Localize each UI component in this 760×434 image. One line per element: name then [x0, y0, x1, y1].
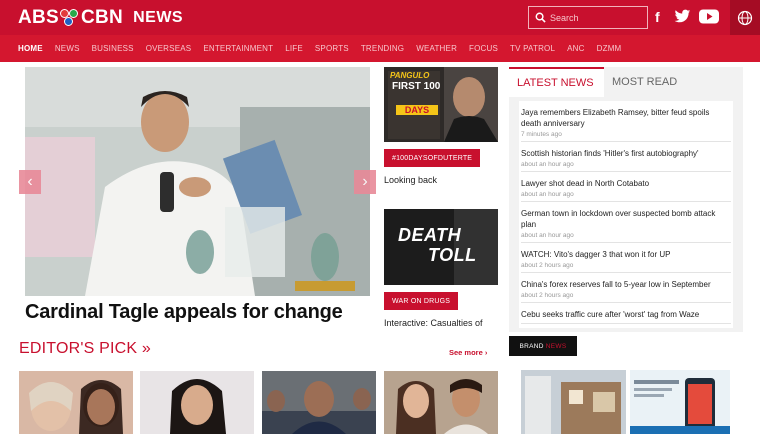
editors-pick-card[interactable]: [384, 371, 498, 434]
twitter-icon[interactable]: [674, 9, 691, 24]
nav-business[interactable]: BUSINESS: [92, 44, 134, 53]
nav-news[interactable]: NEWS: [55, 44, 80, 53]
tab-most-read[interactable]: MOST READ: [604, 67, 685, 97]
news-timestamp: 7 minutes ago: [521, 131, 562, 138]
list-item[interactable]: China's forex reserves fall to 5-year lo…: [521, 273, 731, 303]
nav-trending[interactable]: TRENDING: [361, 44, 404, 53]
story-thumbnail-first-100-days[interactable]: PANGULO FIRST 100 DAYS: [384, 67, 498, 142]
carousel-prev-button[interactable]: ‹: [19, 170, 41, 194]
logo-text-abs: ABS: [18, 7, 60, 28]
editors-pick-card[interactable]: [19, 371, 133, 434]
list-item[interactable]: WATCH: Vito's dagger 3 that won it for U…: [521, 243, 731, 273]
news-headline[interactable]: Scottish historian finds 'Hitler's first…: [521, 148, 731, 159]
nav-overseas[interactable]: OVERSEAS: [146, 44, 192, 53]
brand-label-accent: NEWS: [545, 342, 567, 350]
news-timestamp: about an hour ago: [521, 232, 574, 239]
editors-pick-card[interactable]: [140, 371, 254, 434]
search-icon: [535, 12, 546, 23]
story-headline-casualties[interactable]: Interactive: Casualties of: [384, 318, 483, 328]
nav-sports[interactable]: SPORTS: [315, 44, 349, 53]
logo-text-cbn: CBN: [81, 7, 124, 28]
hero-headline[interactable]: Cardinal Tagle appeals for change: [25, 301, 375, 327]
hero-image[interactable]: [25, 67, 370, 296]
news-tabs: LATEST NEWS MOST READ: [509, 67, 743, 97]
news-timestamp: about an hour ago: [521, 191, 574, 198]
youtube-icon[interactable]: [699, 9, 719, 24]
tab-latest-news[interactable]: LATEST NEWS: [509, 67, 604, 97]
news-headline[interactable]: Jaya remembers Elizabeth Ramsey, bitter …: [521, 107, 731, 129]
news-headline[interactable]: China's forex reserves fall to 5-year lo…: [521, 279, 731, 290]
main-nav: HOME NEWS BUSINESS OVERSEAS ENTERTAINMEN…: [0, 35, 760, 62]
nav-weather[interactable]: WEATHER: [416, 44, 457, 53]
list-item[interactable]: Scottish historian finds 'Hitler's first…: [521, 142, 731, 172]
news-headline[interactable]: WATCH: Vito's dagger 3 that won it for U…: [521, 249, 731, 260]
logo-mark-icon: [60, 9, 80, 27]
story-thumbnail-death-toll[interactable]: DEATH TOLL: [384, 209, 498, 285]
see-more-link[interactable]: See more ›: [449, 348, 487, 357]
search-input[interactable]: [550, 12, 640, 23]
latest-news-panel: LATEST NEWS MOST READ Jaya remembers Eli…: [509, 67, 743, 332]
tag-war-on-drugs[interactable]: WAR ON DRUGS: [384, 292, 459, 310]
image-text-toll: TOLL: [428, 245, 477, 265]
nav-anc[interactable]: ANC: [567, 44, 585, 53]
nav-dzmm[interactable]: DZMM: [597, 44, 622, 53]
news-headline[interactable]: Cebu seeks traffic cure after 'worst' ta…: [521, 309, 731, 320]
brand-label: BRAND: [519, 342, 544, 350]
ad-image-phone[interactable]: [630, 370, 730, 434]
nav-entertainment[interactable]: ENTERTAINMENT: [203, 44, 273, 53]
tag-100daysofduterte[interactable]: #100DAYSOFDUTERTE: [384, 149, 481, 167]
brand-news-label[interactable]: BRAND NEWS: [509, 336, 577, 356]
news-headline[interactable]: German town in lockdown over suspected b…: [521, 208, 731, 230]
image-text-pangulo: PANGULO: [390, 71, 430, 80]
ad-image-condo[interactable]: [521, 370, 626, 434]
image-text-days: DAYS: [396, 105, 438, 115]
logo-text-news: NEWS: [133, 9, 184, 26]
news-timestamp: about 2 hours ago: [521, 292, 574, 299]
latest-news-list: Jaya remembers Elizabeth Ramsey, bitter …: [519, 101, 733, 328]
image-text-death: DEATH: [398, 225, 462, 245]
site-logo[interactable]: ABS CBN NEWS: [18, 7, 183, 29]
news-timestamp: about an hour ago: [521, 161, 574, 168]
nav-life[interactable]: LIFE: [285, 44, 303, 53]
news-headline[interactable]: Lawyer shot dead in North Cotabato: [521, 178, 731, 189]
nav-tv-patrol[interactable]: TV PATROL: [510, 44, 555, 53]
nav-focus[interactable]: FOCUS: [469, 44, 498, 53]
list-item[interactable]: Lawyer shot dead in North Cotabato about…: [521, 172, 731, 202]
facebook-icon[interactable]: f: [655, 9, 660, 25]
carousel-next-button[interactable]: ›: [354, 170, 376, 194]
list-item[interactable]: German town in lockdown over suspected b…: [521, 202, 731, 243]
editors-pick-heading[interactable]: EDITOR'S PICK »: [19, 340, 151, 358]
list-item[interactable]: Jaya remembers Elizabeth Ramsey, bitter …: [521, 101, 731, 142]
image-text-first-100: FIRST 100: [392, 81, 441, 92]
top-header: ABS CBN NEWS f: [0, 0, 760, 35]
news-timestamp: about 2 hours ago: [521, 262, 574, 269]
search-box[interactable]: [528, 6, 648, 29]
nav-home[interactable]: HOME: [18, 44, 43, 53]
editors-pick-card[interactable]: [262, 371, 376, 434]
list-item[interactable]: Cebu seeks traffic cure after 'worst' ta…: [521, 303, 731, 324]
story-headline-looking-back[interactable]: Looking back: [384, 175, 437, 185]
globe-icon: [737, 10, 753, 25]
network-globe-button[interactable]: [730, 0, 760, 35]
